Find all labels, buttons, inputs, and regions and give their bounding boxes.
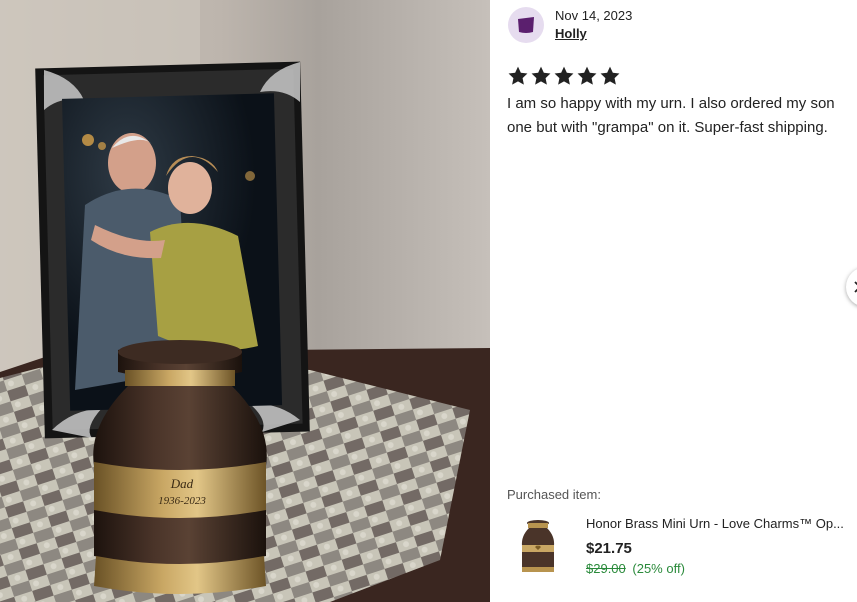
reviewer-avatar[interactable] xyxy=(508,7,544,43)
review-panel: Nov 14, 2023 Holly I am so happy with my… xyxy=(490,0,857,602)
purple-shopping-bag-icon xyxy=(518,17,534,33)
purchased-item-thumbnail[interactable] xyxy=(514,517,562,577)
purchased-item-price: $21.75 xyxy=(586,540,632,557)
urn-thumbnail-image xyxy=(514,517,562,577)
chevron-right-icon xyxy=(854,281,857,293)
reviewer-name-link[interactable]: Holly xyxy=(555,26,587,41)
star-icon xyxy=(531,66,551,85)
purchased-item-title-link[interactable]: Honor Brass Mini Urn - Love Charms™ Op..… xyxy=(586,516,854,531)
carousel-next-button[interactable] xyxy=(846,267,857,307)
original-price: $29.00 xyxy=(586,561,626,576)
review-text: I am so happy with my urn. I also ordere… xyxy=(507,95,835,136)
review-photo[interactable]: Dad 1936-2023 xyxy=(0,0,490,602)
star-icon xyxy=(508,66,528,85)
star-icon xyxy=(554,66,574,85)
purchased-item-label: Purchased item: xyxy=(507,487,601,502)
review-date: Nov 14, 2023 xyxy=(555,8,633,23)
star-rating xyxy=(507,65,621,87)
discount-percent: (25% off) xyxy=(632,561,685,576)
star-icon xyxy=(577,66,597,85)
price-discount-row: $29.00 (25% off) xyxy=(586,561,685,576)
star-icon xyxy=(600,66,620,85)
urn-engraving-years: 1936-2023 xyxy=(158,495,206,507)
urn-engraving-name: Dad xyxy=(170,476,194,491)
